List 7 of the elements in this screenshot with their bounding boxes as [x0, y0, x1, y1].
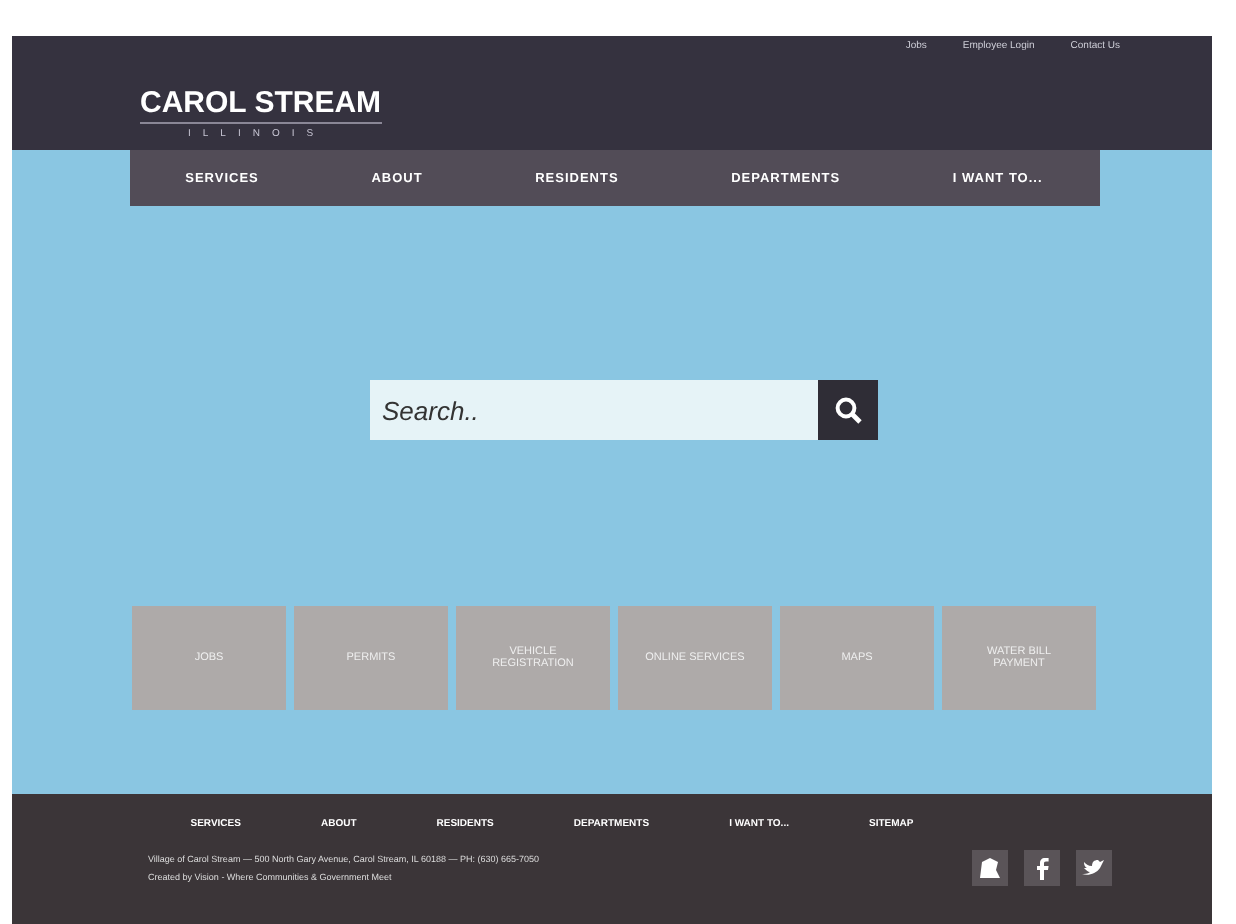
facebook-icon[interactable]: [1024, 850, 1060, 886]
bird-icon[interactable]: [1076, 850, 1112, 886]
search-icon: [834, 396, 862, 424]
search-field[interactable]: Search..: [370, 380, 818, 440]
logo-text[interactable]: CAROL STREAM: [140, 86, 382, 124]
social-icon[interactable]: [972, 850, 1008, 886]
search-button[interactable]: [818, 380, 878, 440]
